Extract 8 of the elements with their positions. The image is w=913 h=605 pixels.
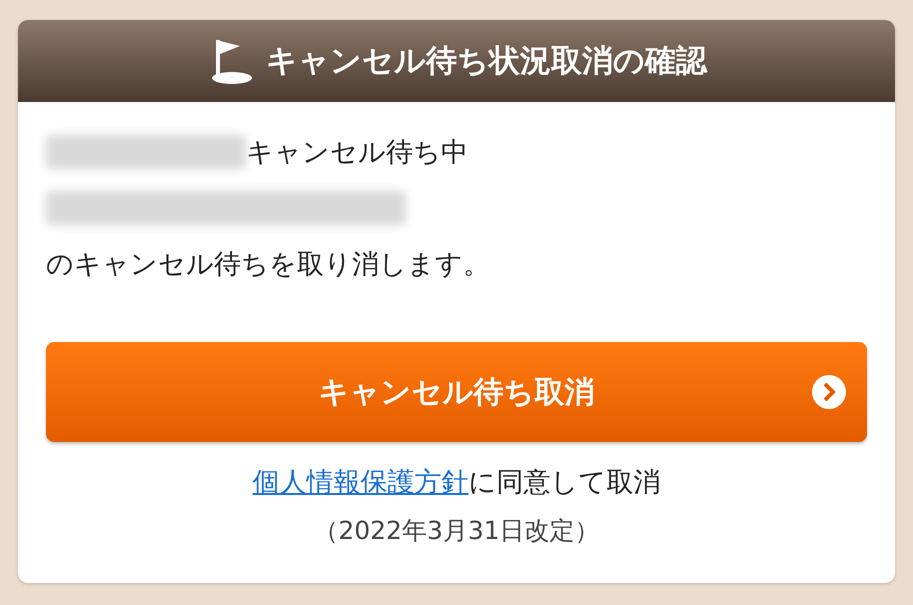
revision-note: （2022年3月31日改定） [312,515,601,547]
status-text: キャンセル待ち中 [246,136,468,170]
message-text: のキャンセル待ちを取り消します。 [46,248,490,282]
cancel-waitlist-button[interactable]: キャンセル待ち取消 [46,342,867,442]
privacy-policy-link[interactable]: 個人情報保護方針 [252,467,468,498]
consent-text: 個人情報保護方針に同意して取消 [252,466,662,500]
chevron-icon [811,374,847,410]
dialog-title: キャンセル待ち状況取消の確認 [266,42,707,81]
